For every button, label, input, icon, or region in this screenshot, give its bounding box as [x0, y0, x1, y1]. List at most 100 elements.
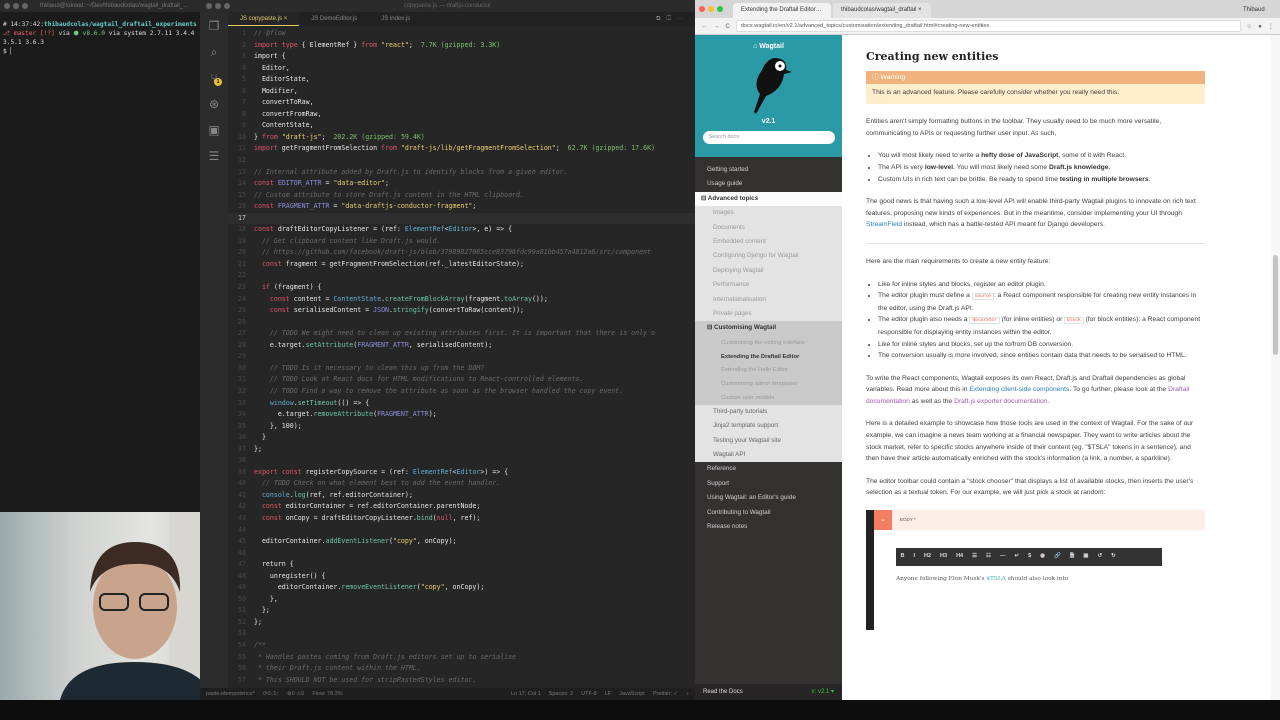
code-line[interactable]: 12 — [228, 155, 695, 167]
sidebar-item[interactable]: ⊟ Advanced topics — [695, 191, 842, 207]
code-line[interactable]: 36 } — [228, 432, 695, 444]
sidebar-item[interactable]: ⊟ Customising Wagtail — [695, 321, 842, 336]
sidebar-item[interactable]: Customising the editing interface — [695, 335, 842, 350]
sidebar-item[interactable]: Jinja2 template support — [695, 419, 842, 434]
page-scrollbar[interactable] — [1271, 35, 1280, 700]
code-line[interactable]: 10} from "draft-js"; 202.2K (gzipped: 59… — [228, 132, 695, 144]
search-icon[interactable]: ⌕ — [200, 40, 228, 64]
outline-icon[interactable]: ☰ — [200, 144, 228, 168]
exporter-docs-link[interactable]: Draft.js exporter documentation — [954, 398, 1047, 405]
code-line[interactable]: 43 const onCopy = draftEditorCopyListene… — [228, 513, 695, 525]
code-line[interactable]: 49 editorContainer.removeEventListener("… — [228, 582, 695, 594]
code-line[interactable]: 51 }; — [228, 605, 695, 617]
sidebar-item[interactable]: Custom user models — [695, 391, 842, 405]
code-line[interactable]: 29 — [228, 351, 695, 363]
code-line[interactable]: 53 — [228, 628, 695, 640]
code-line[interactable]: 5 EditorState, — [228, 74, 695, 86]
bell-icon[interactable]: ♪ — [686, 688, 689, 700]
status-position[interactable]: Ln 17, Col 1 — [511, 688, 541, 700]
code-line[interactable]: 4 Editor, — [228, 63, 695, 75]
code-line[interactable]: 32 // TODO Find a way to remove the attr… — [228, 386, 695, 398]
sidebar-item[interactable]: Release notes — [695, 520, 842, 534]
code-line[interactable]: 52}; — [228, 617, 695, 629]
tab-copypaste[interactable]: JS copypaste.js × — [228, 12, 300, 26]
streamfield-link[interactable]: StreamField — [866, 221, 902, 228]
url-input[interactable]: docs.wagtail.io/en/v2.1/advanced_topics/… — [735, 20, 1241, 32]
editor-actions[interactable]: ⧉◫⋯ — [656, 12, 695, 26]
code-line[interactable]: 13 // Internal attribute added by Draft.j… — [228, 167, 695, 179]
code-line[interactable]: 45 editorContainer.addEventListener("cop… — [228, 536, 695, 548]
code-line[interactable]: 37}; — [228, 444, 695, 456]
files-icon[interactable]: ❐ — [200, 14, 228, 38]
code-line[interactable]: 19 // Get clipboard content like Draft.j… — [228, 236, 695, 248]
code-line[interactable]: 34 e.target.removeAttribute(FRAGMENT_ATT… — [228, 409, 695, 421]
code-line[interactable]: 7 convertToRaw, — [228, 97, 695, 109]
code-line[interactable]: 11 import getFragmentFromSelection from "… — [228, 143, 695, 155]
code-line[interactable]: 18 const draftEditorCopyListener = (ref: … — [228, 224, 695, 236]
read-the-docs-bar[interactable]: Read the Docs v: v2.1 ▾ — [695, 684, 842, 700]
sidebar-item[interactable]: Support — [695, 477, 842, 491]
code-line[interactable]: 46 — [228, 548, 695, 560]
tab-demoeditor[interactable]: JS DemoEditor.js — [299, 12, 369, 26]
sidebar-item[interactable]: Deploying Wagtail — [695, 263, 842, 279]
code-line[interactable]: 41 console.log(ref, ref.editorContainer)… — [228, 490, 695, 502]
code-line[interactable]: 22 — [228, 270, 695, 282]
status-language[interactable]: JavaScript — [619, 688, 645, 700]
remote-icon[interactable]: ▣ — [200, 118, 228, 142]
code-line[interactable]: 50 }, — [228, 594, 695, 606]
code-line[interactable]: 42 const editorContainer = ref.editorCon… — [228, 501, 695, 513]
code-line[interactable]: 38 — [228, 455, 695, 467]
code-line[interactable]: 9 ContentState, — [228, 120, 695, 132]
code-line[interactable]: 39 export const registerCopySource = (ref… — [228, 467, 695, 479]
browser-tab-docs[interactable]: Extending the Draftail Editor — × — [733, 3, 831, 18]
search-docs-input[interactable]: Search docs — [702, 131, 835, 144]
profile-name[interactable]: Thibaud — [1235, 3, 1278, 18]
code-line[interactable]: 47 return { — [228, 559, 695, 571]
code-line[interactable]: 40 // TODO Check on what element best to… — [228, 478, 695, 490]
extensions-icon[interactable]: ⊛ — [200, 92, 228, 116]
tab-index[interactable]: JS index.js — [369, 12, 422, 26]
sidebar-item[interactable]: Performance — [695, 278, 842, 293]
source-control-icon[interactable]: ⑂ 1 — [200, 66, 228, 90]
status-sync[interactable]: ⟳0↓1↑ — [263, 688, 279, 700]
code-line[interactable]: 27 // TODO We might need to clean up exi… — [228, 328, 695, 340]
code-line[interactable]: 24 const content = ContentState.createFr… — [228, 294, 695, 306]
status-eol[interactable]: LF — [605, 688, 611, 700]
sidebar-item[interactable]: Wagtail API — [695, 448, 842, 463]
status-spaces[interactable]: Spaces: 2 — [549, 688, 573, 700]
sidebar-item[interactable]: Private pages — [695, 307, 842, 322]
code-line[interactable]: 54 /** — [228, 640, 695, 652]
menu-icon[interactable]: ⋮ — [1268, 23, 1274, 30]
sidebar-item[interactable]: Extending the Draftail Editor — [695, 349, 842, 364]
browser-window[interactable]: Extending the Draftail Editor — × thibau… — [695, 0, 1280, 700]
back-icon[interactable]: ← — [701, 23, 707, 30]
extension-icon[interactable]: ● — [1258, 23, 1262, 30]
code-line[interactable]: 25 const serialisedContent = JSON.string… — [228, 305, 695, 317]
sidebar-item[interactable]: Using Wagtail: an Editor's guide — [695, 491, 842, 505]
star-icon[interactable]: ☆ — [1247, 23, 1253, 30]
code-line[interactable]: 3 import { — [228, 51, 695, 63]
code-line[interactable]: 26 — [228, 317, 695, 329]
code-line[interactable]: 17 — [228, 212, 695, 225]
code-line[interactable]: 2 import type { ElementRef } from "react"… — [228, 40, 695, 52]
sidebar-item[interactable]: Contributing to Wagtail — [695, 506, 842, 520]
sidebar-item[interactable]: Getting started — [695, 163, 842, 177]
code-line[interactable]: 28 e.target.setAttribute(FRAGMENT_ATTR, … — [228, 340, 695, 352]
sidebar-item[interactable]: Internationalisation — [695, 292, 842, 308]
sidebar-item[interactable]: Configuring Django for Wagtail — [695, 249, 842, 264]
status-formatter[interactable]: Prettier: ✓ — [653, 688, 678, 700]
code-line[interactable]: 14 const EDITOR_ATTR = "data-editor"; — [228, 178, 695, 190]
code-line[interactable]: 8 convertFromRaw, — [228, 109, 695, 121]
status-encoding[interactable]: UTF-8 — [581, 688, 597, 700]
code-line[interactable]: 20 // https://github.com/facebook/draft-… — [228, 247, 695, 259]
code-line[interactable]: 30 // TODO Is it necessary to clean this… — [228, 363, 695, 375]
terminal-output[interactable]: # 14:37:42:thibaudcolas/wagtail_draftail… — [0, 12, 200, 64]
terminal-window[interactable]: thibaud@lokood: ~/Dev/thibaudcolas/wagta… — [0, 0, 200, 512]
sidebar-item[interactable]: Documents — [695, 220, 842, 236]
code-line[interactable]: 21 const fragment = getFragmentFromSelec… — [228, 259, 695, 271]
reload-icon[interactable]: C — [725, 23, 729, 30]
code-line[interactable]: 16 const FRAGMENT_ATTR = "data-draftjs-co… — [228, 201, 695, 213]
vscode-window[interactable]: copypaste.js — draftjs-conductor ❐ ⌕ ⑂ 1 … — [200, 0, 695, 700]
code-line[interactable]: 23 if (fragment) { — [228, 282, 695, 294]
code-line[interactable]: 33 window.setTimeout(() => { — [228, 398, 695, 410]
